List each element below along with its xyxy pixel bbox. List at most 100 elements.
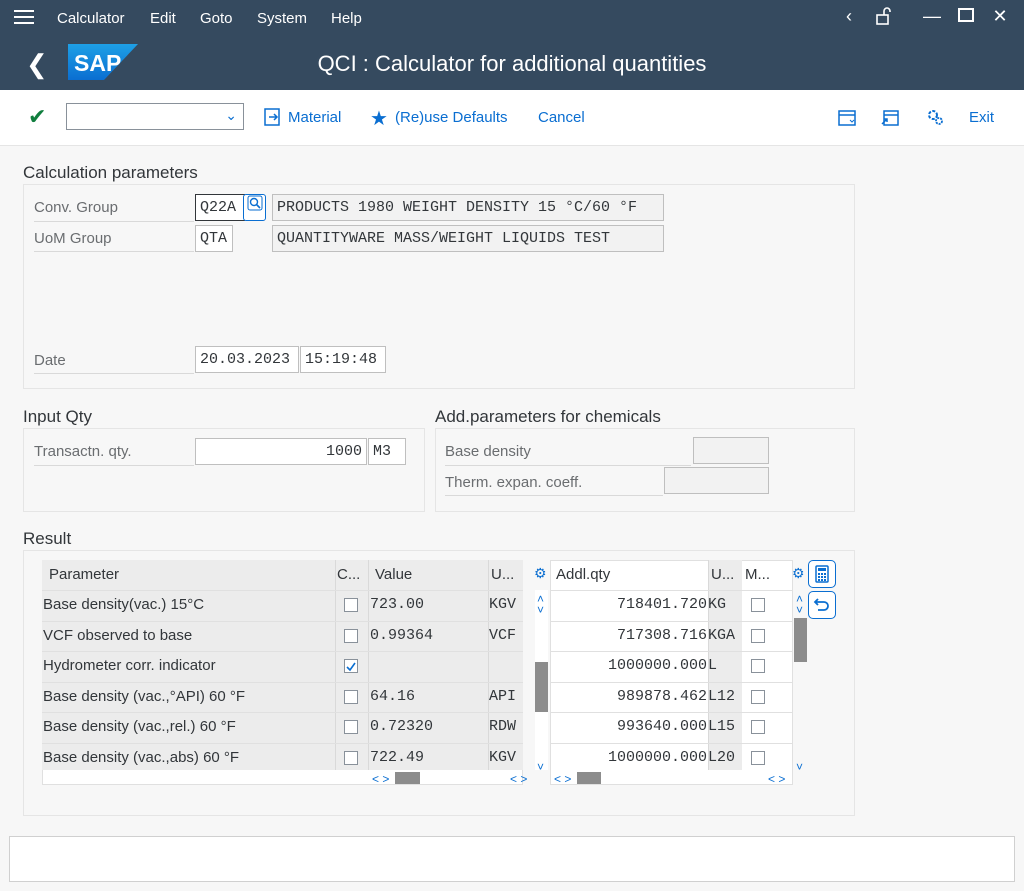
- hamburger-menu-icon[interactable]: [14, 10, 34, 26]
- date-input[interactable]: 20.03.2023: [195, 346, 299, 373]
- material-button[interactable]: Material: [288, 109, 341, 126]
- row-m-checkbox[interactable]: [751, 720, 765, 734]
- right-hscroll-thumb[interactable]: [577, 772, 601, 784]
- base-density-input[interactable]: [693, 437, 769, 464]
- conv-group-underline: [34, 221, 194, 222]
- reuse-defaults-button[interactable]: (Re)use Defaults: [395, 109, 508, 126]
- column-settings-icon-right[interactable]: ⚙: [792, 565, 805, 582]
- menu-help[interactable]: Help: [331, 10, 362, 27]
- right-hscroll-right-icon[interactable]: < >: [768, 772, 785, 786]
- right-scroll-down-icon[interactable]: ˅: [796, 603, 803, 617]
- minimize-icon[interactable]: —: [920, 6, 944, 27]
- row-m-checkbox[interactable]: [751, 629, 765, 643]
- right-scroll-thumb[interactable]: [794, 618, 807, 662]
- date-underline: [34, 373, 194, 374]
- therm-coeff-input[interactable]: [664, 467, 769, 494]
- therm-coeff-underline: [445, 495, 663, 496]
- chevron-down-icon[interactable]: ⌄: [225, 107, 237, 124]
- left-scroll-down-icon[interactable]: ˅: [537, 603, 544, 617]
- row-c-checkbox[interactable]: [344, 690, 358, 704]
- row-parameter: Base density(vac.) 15°C: [43, 596, 205, 613]
- title-bar: ❮ SAP QCI : Calculator for additional qu…: [0, 37, 1024, 90]
- maximize-icon[interactable]: [954, 6, 978, 29]
- column-settings-icon-left[interactable]: ⚙: [534, 565, 547, 582]
- calc-params-title: Calculation parameters: [23, 163, 198, 182]
- uom-group-label: UoM Group: [34, 230, 112, 247]
- row-addl-qty: 718401.720: [616, 596, 707, 613]
- star-icon[interactable]: ★: [370, 106, 388, 131]
- therm-coeff-label: Therm. expan. coeff.: [445, 474, 583, 491]
- transaction-qty-underline: [34, 465, 194, 466]
- search-help-icon[interactable]: [243, 194, 266, 221]
- header-qty-unit[interactable]: U...: [711, 560, 741, 590]
- command-field[interactable]: ⌄: [66, 103, 244, 130]
- left-scroll-bottom-icon[interactable]: ˅: [537, 760, 544, 774]
- row-value: [370, 651, 485, 681]
- page-title: QCI : Calculator for additional quantiti…: [317, 51, 707, 76]
- menu-calculator[interactable]: Calculator: [57, 10, 125, 27]
- row-value: 722.49: [370, 749, 425, 766]
- menu-system[interactable]: System: [257, 10, 307, 27]
- cancel-button[interactable]: Cancel: [538, 109, 585, 126]
- row-unit: API: [489, 688, 517, 705]
- right-scroll-bottom-icon[interactable]: ˅: [796, 760, 803, 774]
- calculator-icon[interactable]: [808, 560, 836, 588]
- row-parameter: Base density (vac.,rel.) 60 °F: [43, 718, 236, 735]
- left-hscroll-thumb[interactable]: [395, 772, 420, 784]
- base-density-label: Base density: [445, 443, 531, 460]
- settings-icon[interactable]: [925, 107, 945, 131]
- material-icon[interactable]: [263, 107, 283, 131]
- left-hscroll-left-icon[interactable]: < >: [372, 772, 389, 786]
- row-unit: KGV: [489, 749, 517, 766]
- row-c-checkbox[interactable]: [344, 598, 358, 612]
- checkmark-icon[interactable]: ✔: [28, 104, 46, 130]
- row-qty-unit: L12: [708, 688, 736, 705]
- row-addl-qty: 1000000.000: [607, 657, 707, 674]
- row-qty-unit: L: [708, 657, 718, 674]
- exit-button[interactable]: Exit: [969, 109, 994, 126]
- header-unit[interactable]: U...: [491, 560, 521, 590]
- transaction-qty-label: Transactn. qty.: [34, 443, 132, 460]
- row-value: 0.99364: [370, 627, 434, 644]
- row-m-checkbox[interactable]: [751, 659, 765, 673]
- uom-group-description: QUANTITYWARE MASS/WEIGHT LIQUIDS TEST: [272, 225, 664, 252]
- conv-group-label: Conv. Group: [34, 199, 118, 216]
- time-input[interactable]: 15:19:48: [300, 346, 386, 373]
- row-c-checkbox[interactable]: [344, 659, 358, 673]
- result-title: Result: [23, 529, 72, 548]
- close-icon[interactable]: ✕: [988, 6, 1012, 27]
- row-c-checkbox[interactable]: [344, 629, 358, 643]
- uom-group-underline: [34, 251, 194, 252]
- collapse-icon[interactable]: ‹: [837, 6, 861, 27]
- base-density-underline: [445, 465, 691, 466]
- header-value[interactable]: Value: [375, 560, 485, 590]
- new-window-icon[interactable]: [837, 108, 857, 132]
- toolbar: ✔ ⌄ Material ★ (Re)use Defaults Cancel E…: [0, 90, 1024, 146]
- row-qty-unit: KGA: [708, 627, 736, 644]
- conv-group-description: PRODUCTS 1980 WEIGHT DENSITY 15 °C/60 °F: [272, 194, 664, 221]
- row-m-checkbox[interactable]: [751, 690, 765, 704]
- uom-group-input[interactable]: QTA: [195, 225, 233, 252]
- transaction-qty-unit[interactable]: M3: [368, 438, 406, 465]
- transaction-qty-input[interactable]: 1000: [195, 438, 367, 465]
- row-unit: RDW: [489, 718, 517, 735]
- menu-goto[interactable]: Goto: [200, 10, 233, 27]
- row-c-checkbox[interactable]: [344, 751, 358, 765]
- menu-edit[interactable]: Edit: [150, 10, 176, 27]
- generate-shortcut-icon[interactable]: [880, 108, 900, 132]
- header-parameter[interactable]: Parameter: [49, 560, 329, 590]
- header-m[interactable]: M...: [745, 560, 775, 590]
- right-hscroll-left-icon[interactable]: < >: [554, 772, 571, 786]
- left-scroll-thumb[interactable]: [535, 662, 548, 712]
- row-m-checkbox[interactable]: [751, 598, 765, 612]
- left-hscroll-right-icon[interactable]: < >: [510, 772, 527, 786]
- undo-icon[interactable]: [808, 591, 836, 619]
- row-m-checkbox[interactable]: [751, 751, 765, 765]
- header-addl-qty[interactable]: Addl.qty: [556, 560, 706, 590]
- header-c[interactable]: C...: [337, 560, 367, 590]
- row-addl-qty: 989878.462: [616, 688, 707, 705]
- conv-group-input[interactable]: Q22A: [195, 194, 245, 221]
- chem-params-panel: [435, 428, 855, 512]
- unlock-icon[interactable]: [872, 6, 896, 31]
- row-c-checkbox[interactable]: [344, 720, 358, 734]
